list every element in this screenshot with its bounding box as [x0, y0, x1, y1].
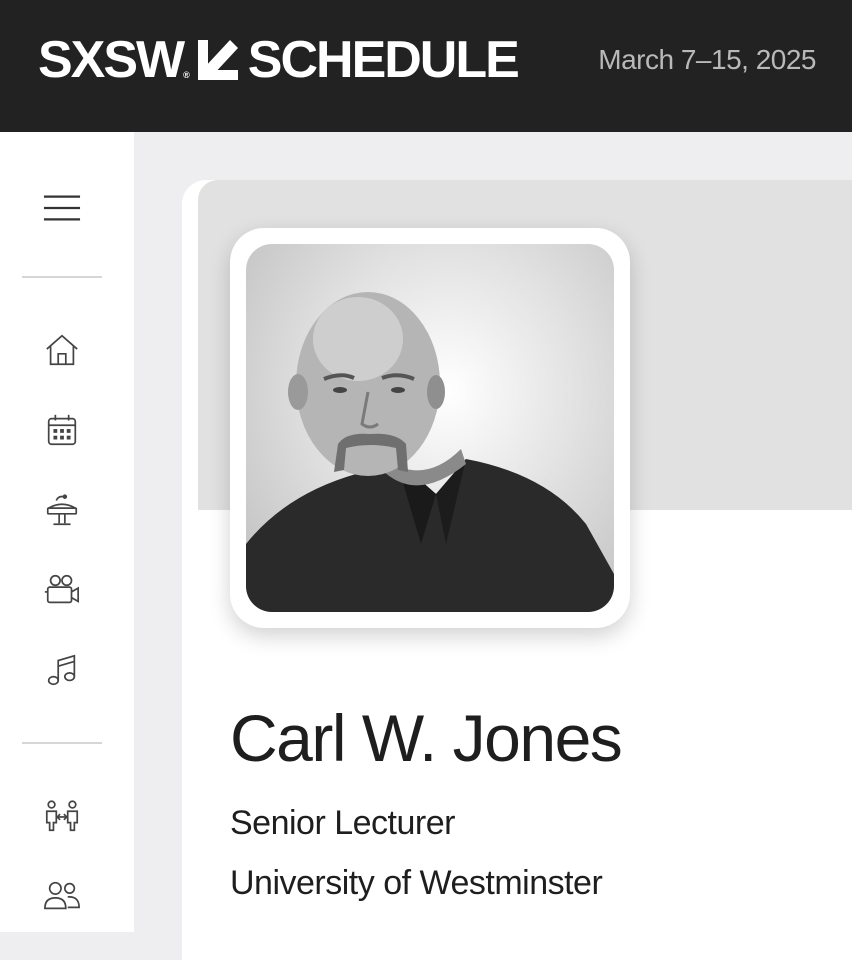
speaker-photo: [246, 244, 614, 612]
sidebar-divider: [22, 276, 102, 278]
sidebar-item-home[interactable]: [32, 322, 92, 378]
sidebar-item-menu[interactable]: [32, 180, 92, 236]
sidebar-item-film[interactable]: [32, 562, 92, 618]
festival-dates: March 7–15, 2025: [598, 44, 816, 75]
calendar-icon: [47, 414, 77, 446]
registered-mark: ®: [183, 70, 190, 80]
sidebar-item-conference[interactable]: [32, 482, 92, 538]
sidebar-divider: [22, 742, 102, 744]
speaker-name: Carl W. Jones: [230, 701, 623, 775]
home-icon: [46, 334, 78, 366]
arrow-down-left-icon: [197, 40, 238, 80]
sidebar-item-calendar[interactable]: [32, 402, 92, 458]
sidebar-item-people[interactable]: [32, 868, 92, 924]
section-text: SCHEDULE: [247, 31, 520, 89]
sidebar-item-music[interactable]: [32, 642, 92, 698]
speaker-portrait-image: [246, 292, 614, 612]
podium-icon: [46, 494, 78, 526]
speaker-title: Senior Lecturer: [230, 804, 455, 842]
hamburger-menu-icon: [43, 195, 81, 221]
people-exchange-icon: [45, 800, 79, 832]
music-note-icon: [47, 654, 76, 686]
sxsw-schedule-logo[interactable]: SXSW ® SCHEDULE: [38, 31, 520, 89]
sidebar-item-networking[interactable]: [32, 788, 92, 844]
people-icon: [44, 881, 80, 910]
brand-text: SXSW: [38, 31, 185, 89]
top-header: SXSW ® SCHEDULE March 7–15, 2025: [0, 0, 852, 132]
film-camera-icon: [44, 574, 80, 604]
speaker-organization: University of Westminster: [230, 864, 603, 902]
sidebar-nav: [0, 132, 134, 932]
